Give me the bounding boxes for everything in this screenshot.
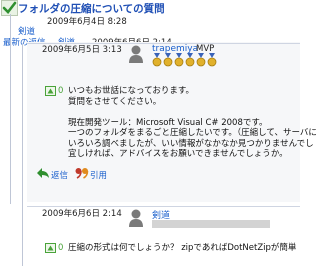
mvp-medal-icon [152,53,162,67]
author-stats-bar [152,220,270,228]
post-line [68,107,317,118]
quote-button[interactable]: 引用 [90,169,107,181]
post-line: 質問をさせてください。 [68,96,162,107]
avatar-icon[interactable] [128,44,144,64]
vote-count: 0 [58,86,64,96]
mvp-medal-icon [207,53,217,67]
reply-arrow-icon[interactable] [36,167,50,179]
mvp-medal-icon [174,53,184,67]
post-line: 現在開発ツール：Microsoft Visual C# 2008です。 [68,117,268,128]
post-line: 一つのフォルダをまるごと圧縮したいです。（圧縮して、サーバに [68,128,317,138]
thread-date: 2009年6月4日 8:28 [47,17,127,27]
mvp-medal-icon [185,53,195,67]
reply-date: 2009年6月6日 2:14 [42,209,122,219]
vote-up-icon[interactable] [45,86,56,96]
reply-date: 2009年6月5日 3:13 [42,45,122,55]
post-line: 宜しければ、アドバイスをお願いできませんでしょうか。 [68,149,288,159]
reply-button[interactable]: 返信 [51,169,68,181]
mvp-medal-icon [196,53,206,67]
quote-icon[interactable] [75,167,89,179]
thread-tree-line [10,14,11,204]
vote-up-icon[interactable] [45,243,56,253]
post-body: いつもお世話になっております。 質問をさせてください。 現在開発ツール：Micr… [68,86,317,160]
post-line: いろいろ調べましたが、いい情報がなかなか見つかりませんでし [68,138,314,149]
avatar-icon[interactable] [128,208,144,228]
post-body: 圧縮の形式は何でしょうか？ zipであればDotNetZipが簡単 [68,243,297,253]
thread-tree-line [22,44,23,266]
vote-count: 0 [58,243,64,253]
post-line: いつもお世話になっております。 [68,86,194,96]
mvp-medal-icon [163,53,173,67]
thread-title[interactable]: フォルダの圧縮についての質問 [18,1,165,16]
